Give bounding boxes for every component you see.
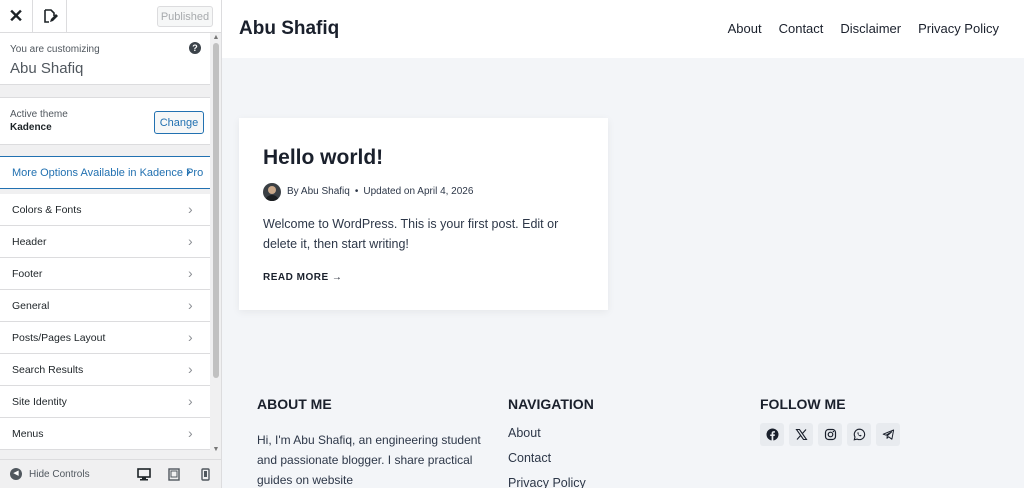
close-icon: ✕ xyxy=(8,5,24,26)
primary-navigation: About Contact Disclaimer Privacy Policy xyxy=(728,21,999,36)
nav-link-disclaimer[interactable]: Disclaimer xyxy=(840,21,901,36)
active-theme-label: Active theme xyxy=(10,109,68,120)
chevron-right-icon: › xyxy=(188,297,193,313)
active-theme-section: Active theme Kadence Change xyxy=(0,97,210,145)
whatsapp-icon[interactable] xyxy=(847,423,871,446)
post-excerpt: Welcome to WordPress. This is your first… xyxy=(263,217,559,251)
navigation-heading: NAVIGATION xyxy=(508,396,594,412)
footer-link-privacy-policy[interactable]: Privacy Policy xyxy=(508,476,708,488)
help-icon[interactable]: ? xyxy=(189,42,201,54)
about-text: Hi, I'm Abu Shafiq, an engineering stude… xyxy=(257,433,481,487)
site-editor-button[interactable] xyxy=(34,0,67,32)
change-theme-button[interactable]: Change xyxy=(154,111,204,134)
hide-controls-icon[interactable]: ◀ xyxy=(10,468,22,480)
chevron-right-icon: › xyxy=(188,361,193,377)
nav-link-contact[interactable]: Contact xyxy=(779,21,824,36)
published-button[interactable]: Published xyxy=(157,6,213,27)
post-updated-date: Updated on April 4, 2026 xyxy=(363,186,474,197)
post-title[interactable]: Hello world! xyxy=(263,146,383,170)
menu-item-label: Footer xyxy=(12,268,43,280)
tablet-preview-icon[interactable] xyxy=(167,467,181,481)
menu-item-label: General xyxy=(12,300,50,312)
site-title[interactable]: Abu Shafiq xyxy=(239,18,339,40)
footer-link-contact[interactable]: Contact xyxy=(508,451,708,468)
menu-item-footer[interactable]: Footer › xyxy=(0,258,210,290)
menu-item-label: Colors & Fonts xyxy=(12,204,82,216)
footer-about: ABOUT ME Hi, I'm Abu Shafiq, an engineer… xyxy=(257,396,482,488)
nav-link-privacy-policy[interactable]: Privacy Policy xyxy=(918,21,999,36)
site-preview: Abu Shafiq About Contact Disclaimer Priv… xyxy=(222,0,1024,488)
menu-item-label: Header xyxy=(12,236,47,248)
chevron-right-icon: › xyxy=(188,201,193,217)
telegram-icon[interactable] xyxy=(876,423,900,446)
about-heading: ABOUT ME xyxy=(257,396,332,412)
footer-navigation: NAVIGATION About Contact Privacy Policy xyxy=(508,396,708,488)
close-customizer-button[interactable]: ✕ xyxy=(0,0,33,32)
chevron-right-icon: › xyxy=(188,425,193,441)
mobile-preview-icon[interactable] xyxy=(198,467,212,481)
menu-item-label: Menus xyxy=(12,428,44,440)
desktop-preview-icon[interactable] xyxy=(137,467,151,481)
chevron-right-icon: › xyxy=(188,233,193,249)
site-footer: ABOUT ME Hi, I'm Abu Shafiq, an engineer… xyxy=(222,380,1024,488)
customizer-footer: ◀ Hide Controls xyxy=(0,459,221,488)
meta-separator: • xyxy=(354,186,359,197)
panel-scrollbar[interactable]: ▲ ▼ xyxy=(211,33,221,455)
edit-page-icon xyxy=(44,9,58,23)
x-icon[interactable] xyxy=(789,423,813,446)
kadence-pro-link[interactable]: More Options Available in Kadence Pro › xyxy=(0,156,210,189)
menu-item-menus[interactable]: Menus › xyxy=(0,418,210,450)
customizer-info: You are customizing Abu Shafiq ? xyxy=(0,33,210,85)
chevron-right-icon: › xyxy=(188,265,193,281)
site-header: Abu Shafiq About Contact Disclaimer Priv… xyxy=(222,0,1024,58)
customizing-label: You are customizing xyxy=(10,44,100,55)
read-more-link[interactable]: READ MORE → xyxy=(263,272,342,283)
footer-link-about[interactable]: About xyxy=(508,426,708,443)
customizer-topbar: ✕ Published xyxy=(0,0,221,33)
menu-item-general[interactable]: General › xyxy=(0,290,210,322)
nav-link-about[interactable]: About xyxy=(728,21,762,36)
scroll-up-icon[interactable]: ▲ xyxy=(212,34,220,42)
menu-item-posts-pages-layout[interactable]: Posts/Pages Layout › xyxy=(0,322,210,354)
social-links xyxy=(760,423,960,446)
scrollbar-thumb[interactable] xyxy=(213,43,219,378)
menu-item-search-results[interactable]: Search Results › xyxy=(0,354,210,386)
post-card: Hello world! By Abu Shafiq • Updated on … xyxy=(239,118,608,310)
menu-item-label: Search Results xyxy=(12,364,84,376)
chevron-right-icon: › xyxy=(188,329,193,345)
instagram-icon[interactable] xyxy=(818,423,842,446)
customizer-panel: ✕ Published You are customizing Abu Shaf… xyxy=(0,0,222,488)
facebook-icon[interactable] xyxy=(760,423,784,446)
scroll-down-icon[interactable]: ▼ xyxy=(212,446,220,454)
menu-item-label: Posts/Pages Layout xyxy=(12,332,106,344)
menu-item-site-identity[interactable]: Site Identity › xyxy=(0,386,210,418)
chevron-right-icon: › xyxy=(186,163,191,180)
menu-item-label: Site Identity xyxy=(12,396,67,408)
customizer-menu: Colors & Fonts › Header › Footer › Gener… xyxy=(0,194,210,450)
post-author[interactable]: By Abu Shafiq xyxy=(287,186,350,197)
follow-heading: FOLLOW ME xyxy=(760,396,846,412)
customizing-site-title: Abu Shafiq xyxy=(10,60,84,77)
chevron-right-icon: › xyxy=(188,393,193,409)
post-meta: By Abu Shafiq • Updated on April 4, 2026 xyxy=(287,186,473,197)
author-avatar xyxy=(263,183,281,201)
menu-item-colors-fonts[interactable]: Colors & Fonts › xyxy=(0,194,210,226)
kadence-pro-label: More Options Available in Kadence Pro xyxy=(12,167,204,179)
theme-name: Kadence xyxy=(10,122,52,133)
menu-item-header[interactable]: Header › xyxy=(0,226,210,258)
footer-follow: FOLLOW ME xyxy=(760,396,960,446)
hide-controls-button[interactable]: Hide Controls xyxy=(29,469,90,480)
customizer-controls: You are customizing Abu Shafiq ? Active … xyxy=(0,33,210,455)
